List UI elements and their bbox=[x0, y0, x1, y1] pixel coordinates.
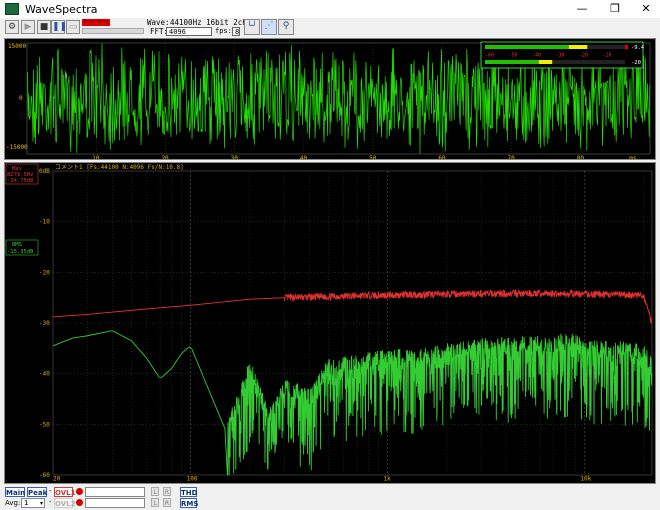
meter-scale-label: -10 bbox=[603, 53, 612, 59]
meter-scale-label: -20 bbox=[579, 53, 588, 59]
series-red-line bbox=[53, 288, 653, 324]
r-toggle-1[interactable]: R bbox=[163, 487, 171, 496]
series-green-line bbox=[52, 330, 653, 476]
meter-peak-top: -9.4 bbox=[631, 45, 645, 51]
wave-y-top-label: 15000 bbox=[8, 43, 26, 50]
rms-label: RMS bbox=[12, 242, 22, 248]
meter-scale-label: -50 bbox=[509, 53, 518, 59]
spectrum-comment: コメント1 [Fs:44100 N:4096 Fs/N:10.8] bbox=[55, 164, 184, 171]
meter-scale-label: -40 bbox=[532, 53, 541, 59]
spectrum-y-tick: -60 bbox=[39, 472, 50, 479]
wave-x-tick: 30 bbox=[231, 155, 239, 159]
fft-size-field[interactable]: 4096 Hanning bbox=[166, 27, 212, 45]
wave-x-tick: 10 bbox=[92, 155, 100, 159]
dash-2: - bbox=[49, 498, 52, 506]
wave-x-tick: 70 bbox=[508, 155, 516, 159]
spectrum-y-tick: -40 bbox=[39, 371, 50, 378]
maximize-button[interactable]: ❐ bbox=[601, 0, 629, 18]
avg-select[interactable]: 1 ▾ bbox=[21, 498, 45, 508]
spectrum-x-tick: 10k bbox=[580, 476, 591, 483]
spectrum-y-tick: -10 bbox=[39, 219, 50, 226]
wave-y-mid-label: 0 bbox=[19, 95, 23, 102]
wave-format-label: Wave: bbox=[147, 18, 170, 27]
pause-icon[interactable]: ❚❚ bbox=[51, 20, 67, 34]
zoom-icon[interactable]: ⚲ bbox=[278, 19, 294, 35]
ovl2-button[interactable]: OVL2 bbox=[54, 498, 76, 508]
wave-x-unit: ms bbox=[629, 155, 637, 159]
wave-x-tick: 20 bbox=[161, 155, 169, 159]
fps-label: fps: bbox=[215, 27, 232, 35]
r-toggle-2[interactable]: R bbox=[163, 498, 171, 507]
thd-button[interactable]: THD bbox=[180, 487, 197, 497]
ovl2-text-field[interactable] bbox=[85, 498, 145, 508]
spectrum-icon[interactable]: ⋰ bbox=[261, 19, 277, 35]
fps-field[interactable]: 8 bbox=[232, 27, 240, 36]
spectrum-y-tick: 0dB bbox=[39, 168, 50, 175]
record-icon[interactable]: ▶ bbox=[21, 20, 35, 34]
ovl2-indicator-icon bbox=[76, 499, 83, 506]
app-icon bbox=[5, 3, 19, 15]
wave-file-icon[interactable]: ▭ bbox=[66, 20, 80, 34]
chevron-down-icon: ▾ bbox=[39, 500, 43, 507]
minimize-button[interactable]: — bbox=[568, 0, 596, 18]
window-title: WaveSpectra bbox=[25, 2, 98, 16]
spectrum-x-tick: 100 bbox=[187, 476, 198, 483]
peak-button[interactable]: Peak bbox=[27, 487, 47, 497]
dash-1: - bbox=[49, 487, 52, 495]
wave-format-value: 44100Hz 16bit 2ch bbox=[170, 18, 247, 27]
ovl1-indicator-icon bbox=[76, 488, 83, 495]
time-axis-icon[interactable]: └┘ bbox=[244, 19, 260, 35]
spectrum-view: 0dB -10 -20 -30 -40 -50 -60 20 100 1k 10k コメント1 [… bbox=[5, 163, 653, 483]
ovl1-text-field[interactable] bbox=[85, 487, 145, 497]
rms-db: -15.35dB bbox=[7, 249, 34, 255]
l-toggle-2[interactable]: L bbox=[151, 498, 159, 507]
meter-bottom-bar bbox=[485, 60, 539, 64]
wave-x-tick: 50 bbox=[369, 155, 377, 159]
level-bar bbox=[82, 28, 144, 34]
recording-indicator: Recording bbox=[82, 19, 110, 26]
l-toggle-1[interactable]: L bbox=[151, 487, 159, 496]
waveform-view: 15000 0 -15000 10 20 30 40 50 60 70 80 ms -9.4 -… bbox=[6, 41, 651, 162]
main-button[interactable]: Main bbox=[5, 487, 25, 497]
settings-icon[interactable]: ⚙ bbox=[5, 20, 19, 34]
meter-top-bar bbox=[485, 45, 569, 49]
avg-label: Avg: bbox=[5, 499, 21, 507]
title-bar: WaveSpectra — ❐ ✕ bbox=[0, 0, 660, 18]
spectrum-y-tick: -20 bbox=[39, 269, 50, 276]
wave-x-tick: 80 bbox=[577, 155, 585, 159]
spectrum-panel: 0dB -10 -20 -30 -40 -50 -60 20 100 1k 10k コメント1 [… bbox=[4, 162, 656, 484]
avg-value: 1 bbox=[24, 499, 29, 507]
spectrum-x-tick: 20 bbox=[53, 476, 61, 483]
ovl1-button[interactable]: OVL1 bbox=[54, 487, 76, 497]
close-button[interactable]: ✕ bbox=[632, 0, 660, 18]
max-db: -34.75dB bbox=[7, 178, 34, 184]
wave-x-tick: 40 bbox=[300, 155, 308, 159]
meter-scale-label: -60 bbox=[485, 53, 494, 59]
bottom-controls: Main Peak - OVL1 L R THD Avg: 1 ▾ - OVL2… bbox=[0, 484, 660, 510]
spectrum-x-tick: 1k bbox=[384, 476, 392, 483]
meter-scale-label: -30 bbox=[556, 53, 565, 59]
level-meter: -9.4 -60 -50 -40 -30 -20 -10 -20 bbox=[480, 41, 645, 69]
toolbar: ⚙ ▶ ■ ❚❚ ▭ Recording Wave: 44100Hz 16bit… bbox=[0, 18, 660, 45]
spectrum-y-tick: -50 bbox=[39, 421, 50, 428]
rms-button[interactable]: RMS bbox=[180, 498, 198, 508]
wave-x-tick: 60 bbox=[438, 155, 446, 159]
spectrum-y-tick: -30 bbox=[39, 320, 50, 327]
stop-icon[interactable]: ■ bbox=[37, 20, 51, 34]
waveform-panel: 15000 0 -15000 10 20 30 40 50 60 70 80 ms -9.4 -… bbox=[4, 38, 656, 162]
meter-peak-bottom: -20 bbox=[631, 60, 641, 66]
wave-y-bottom-label: -15000 bbox=[6, 144, 28, 151]
